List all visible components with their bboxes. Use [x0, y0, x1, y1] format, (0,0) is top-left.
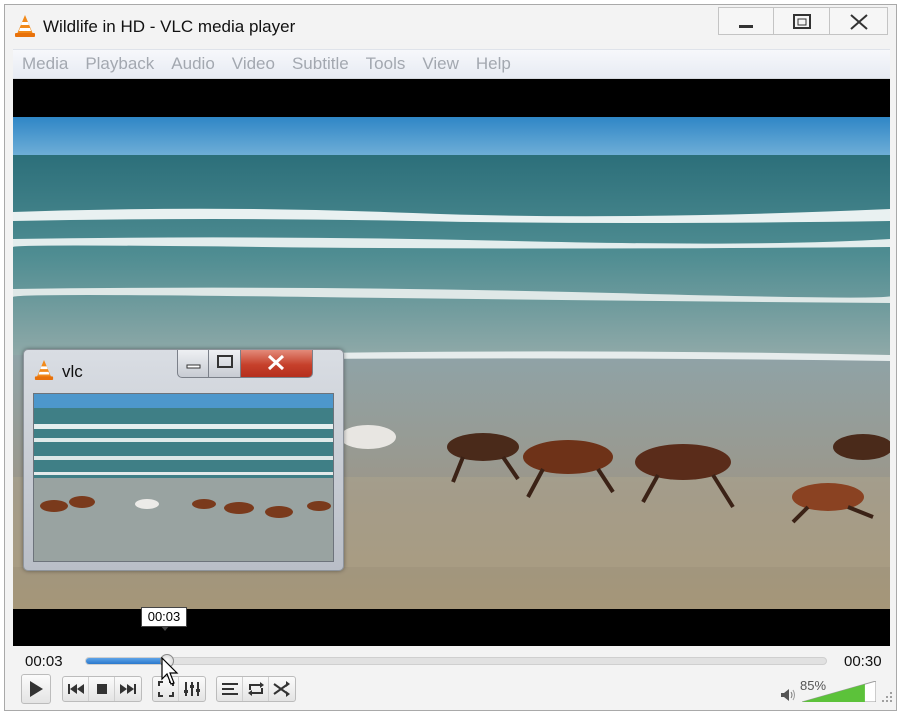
menu-view[interactable]: View [422, 54, 459, 74]
mini-maximize-button[interactable] [209, 350, 241, 378]
speaker-icon[interactable] [780, 688, 796, 702]
vlc-cone-icon [15, 15, 35, 37]
previous-button[interactable] [63, 677, 89, 701]
maximize-icon [217, 355, 233, 368]
close-icon [267, 354, 285, 371]
next-icon [120, 684, 136, 694]
close-button[interactable] [830, 7, 888, 35]
play-icon [30, 681, 43, 697]
playlist-icon [221, 683, 238, 695]
title-bar[interactable]: Wildlife in HD - VLC media player [5, 5, 896, 47]
current-time: 00:03 [25, 653, 63, 670]
extended-settings-icon [184, 682, 200, 696]
vlc-main-window: Wildlife in HD - VLC media player Media … [4, 4, 897, 711]
loop-button[interactable] [243, 677, 269, 701]
menu-subtitle[interactable]: Subtitle [292, 54, 349, 74]
seek-progress [86, 658, 168, 664]
window-title: Wildlife in HD - VLC media player [43, 17, 296, 36]
total-time: 00:30 [844, 653, 882, 670]
playlist-controls [216, 676, 296, 702]
shuffle-button[interactable] [269, 677, 295, 701]
menu-playback[interactable]: Playback [85, 54, 154, 74]
resize-grip-icon[interactable] [882, 692, 892, 702]
menu-media[interactable]: Media [22, 54, 68, 74]
volume-slider[interactable] [802, 681, 876, 702]
loop-icon [247, 682, 264, 696]
caption-buttons [718, 7, 888, 35]
menu-bar: Media Playback Audio Video Subtitle Tool… [13, 49, 890, 79]
close-icon [850, 14, 868, 30]
mini-caption-buttons [177, 350, 313, 378]
minimize-icon [739, 25, 753, 28]
beach-horses-thumbnail [34, 394, 333, 561]
stop-button[interactable] [89, 677, 115, 701]
seek-time-tooltip: 00:03 [141, 607, 187, 631]
extended-settings-button[interactable] [179, 677, 205, 701]
play-button[interactable] [21, 674, 51, 704]
restore-icon [793, 14, 811, 29]
mini-close-button[interactable] [241, 350, 313, 378]
menu-audio[interactable]: Audio [171, 54, 214, 74]
menu-video[interactable]: Video [232, 54, 275, 74]
playlist-button[interactable] [217, 677, 243, 701]
next-button[interactable] [115, 677, 141, 701]
mini-window-title: vlc [62, 362, 83, 381]
shuffle-icon [273, 681, 290, 697]
mouse-cursor-icon [161, 657, 179, 685]
previous-icon [67, 684, 84, 694]
seek-bar[interactable] [85, 654, 827, 668]
vlc-cone-icon [34, 360, 54, 380]
menu-tools[interactable]: Tools [366, 54, 406, 74]
maximize-button[interactable] [774, 7, 830, 35]
minimize-icon [186, 364, 201, 369]
stop-icon [96, 684, 107, 694]
vlc-mini-window[interactable]: vlc [23, 349, 344, 571]
transport-controls [62, 676, 142, 702]
mini-minimize-button[interactable] [177, 350, 209, 378]
minimize-button[interactable] [718, 7, 774, 35]
menu-help[interactable]: Help [476, 54, 511, 74]
mini-video-frame [33, 393, 334, 562]
